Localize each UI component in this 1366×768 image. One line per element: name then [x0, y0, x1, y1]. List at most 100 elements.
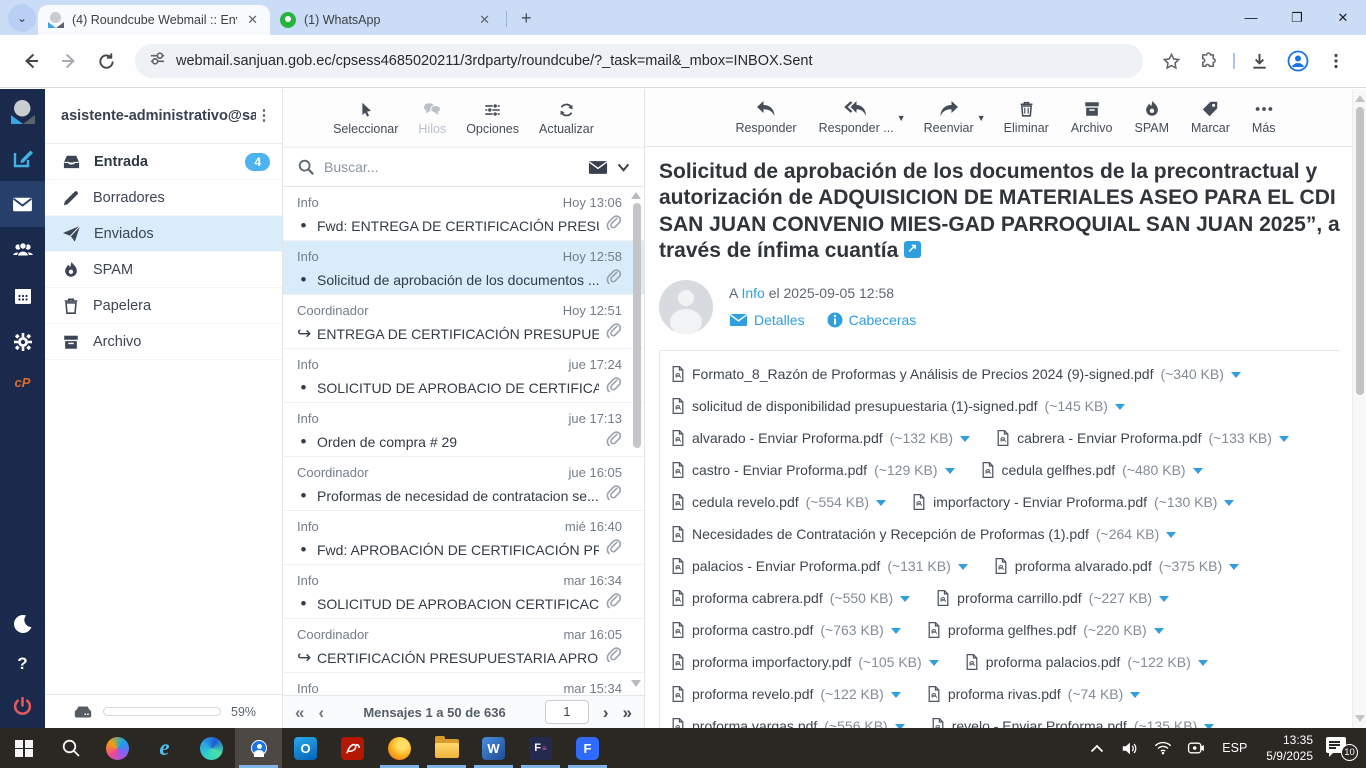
wifi-icon[interactable]: [1150, 741, 1176, 755]
attachment-dropdown-icon[interactable]: [1279, 436, 1289, 442]
attachment-dropdown-icon[interactable]: [958, 564, 968, 570]
attachment-dropdown-icon[interactable]: [1229, 564, 1239, 570]
logout-power-icon[interactable]: [0, 684, 45, 728]
attachment-item[interactable]: Necesidades de Contratación y Recepción …: [671, 524, 1176, 544]
account-menu-icon[interactable]: ⋮: [256, 114, 272, 118]
message-list-item[interactable]: Info jue 17:13 • Orden de compra # 29: [283, 403, 644, 457]
attachment-item[interactable]: proforma carrillo.pdf (~227 KB): [936, 588, 1169, 608]
more-button[interactable]: Más: [1252, 100, 1276, 135]
attachment-item[interactable]: proforma alvarado.pdf (~375 KB): [994, 556, 1239, 576]
sidebar-item-papelera[interactable]: Papelera: [45, 288, 282, 324]
taskbar-internet-explorer-button[interactable]: e: [141, 728, 188, 768]
message-list-item[interactable]: Info Hoy 12:58 • Solicitud de aprobación…: [283, 241, 644, 295]
page-number-input[interactable]: 1: [545, 700, 589, 724]
tab-roundcube[interactable]: (4) Roundcube Webmail :: Envia ✕: [38, 5, 270, 35]
attachment-item[interactable]: proforma cabrera.pdf (~550 KB): [671, 588, 910, 608]
dark-mode-moon-icon[interactable]: [0, 604, 45, 644]
attachment-item[interactable]: Formato_8_Razón de Proformas y Análisis …: [671, 364, 1241, 384]
mail-icon[interactable]: [0, 181, 45, 227]
attachment-item[interactable]: proforma palacios.pdf (~122 KB): [965, 652, 1208, 672]
clock[interactable]: 13:35 5/9/2025: [1260, 732, 1319, 764]
sidebar-item-spam[interactable]: SPAM: [45, 252, 282, 288]
attachment-dropdown-icon[interactable]: [891, 628, 901, 634]
window-close-button[interactable]: ✕: [1320, 10, 1366, 26]
attachment-dropdown-icon[interactable]: [1224, 500, 1234, 506]
message-list-item[interactable]: Info mar 16:34 • SOLICITUD DE APROBACION…: [283, 565, 644, 619]
taskbar-firefox-button[interactable]: [376, 728, 423, 768]
sidebar-item-borradores[interactable]: Borradores: [45, 180, 282, 216]
forward-dropdown-icon[interactable]: ▼: [977, 113, 986, 123]
taskbar-acrobat-button[interactable]: [329, 728, 376, 768]
calendar-icon[interactable]: [0, 273, 45, 319]
list-scroll-down-arrow[interactable]: [631, 680, 641, 687]
meet-now-icon[interactable]: [1183, 741, 1209, 755]
reply-all-dropdown-icon[interactable]: ▼: [897, 113, 906, 123]
details-toggle[interactable]: Detalles: [729, 312, 805, 328]
roundcube-logo[interactable]: [0, 89, 45, 135]
message-list-item[interactable]: Coordinador jue 16:05 • Proformas de nec…: [283, 457, 644, 511]
attachment-dropdown-icon[interactable]: [945, 468, 955, 474]
attachment-item[interactable]: proforma vargas.pdf (~556 KB): [671, 716, 905, 728]
attachment-dropdown-icon[interactable]: [960, 436, 970, 442]
taskbar-edge-button[interactable]: [188, 728, 235, 768]
message-scrollbar[interactable]: [1352, 89, 1366, 728]
settings-gear-icon[interactable]: [0, 319, 45, 365]
attachment-item[interactable]: palacios - Enviar Proforma.pdf (~131 KB): [671, 556, 968, 576]
taskbar-search-button[interactable]: [47, 728, 94, 768]
window-restore-button[interactable]: ❐: [1274, 10, 1320, 26]
search-scope-mail-icon[interactable]: [588, 160, 608, 175]
help-icon[interactable]: ?: [0, 644, 45, 684]
list-scroll-up-arrow[interactable]: [631, 192, 641, 199]
open-in-new-window-icon[interactable]: [904, 241, 921, 258]
last-page-button[interactable]: »: [623, 704, 632, 721]
prev-page-button[interactable]: ‹: [318, 704, 324, 721]
attachment-dropdown-icon[interactable]: [1154, 628, 1164, 634]
address-bar[interactable]: webmail.sanjuan.gob.ec/cpsess4685020211/…: [135, 44, 1143, 78]
attachment-item[interactable]: cedula gelfhes.pdf (~480 KB): [981, 460, 1203, 480]
attachment-item[interactable]: solicitud de disponibilidad presupuestar…: [671, 396, 1125, 416]
search-input[interactable]: [324, 159, 579, 175]
first-page-button[interactable]: «: [295, 704, 304, 721]
scroll-up-arrow[interactable]: [1355, 95, 1365, 102]
browser-menu-icon[interactable]: [1327, 52, 1345, 70]
start-button[interactable]: [0, 728, 47, 768]
attachment-item[interactable]: proforma revelo.pdf (~122 KB): [671, 684, 901, 704]
extensions-icon[interactable]: [1199, 52, 1218, 71]
tray-expand-chevron-icon[interactable]: [1084, 744, 1110, 753]
archive-button[interactable]: Archivo: [1071, 100, 1113, 135]
headers-toggle[interactable]: Cabeceras: [827, 312, 917, 328]
tab-close-icon[interactable]: ✕: [245, 12, 260, 28]
next-page-button[interactable]: ›: [603, 704, 609, 721]
message-list-item[interactable]: Info mar 15:34: [283, 673, 644, 695]
recipient-link[interactable]: Info: [741, 285, 764, 301]
forward-button[interactable]: Reenviar ▼: [924, 100, 974, 135]
forward-button[interactable]: [59, 51, 79, 71]
taskbar-chrome-button[interactable]: [235, 728, 282, 768]
tab-close-icon[interactable]: ✕: [477, 12, 492, 28]
spam-button[interactable]: SPAM: [1135, 100, 1170, 135]
sidebar-item-archivo[interactable]: Archivo: [45, 324, 282, 360]
attachment-item[interactable]: cedula revelo.pdf (~554 KB): [671, 492, 886, 512]
attachment-item[interactable]: imporfactory - Enviar Proforma.pdf (~130…: [912, 492, 1234, 512]
attachment-item[interactable]: proforma imporfactory.pdf (~105 KB): [671, 652, 939, 672]
attachment-dropdown-icon[interactable]: [1115, 404, 1125, 410]
scroll-down-arrow[interactable]: [1355, 715, 1365, 722]
back-button[interactable]: [21, 51, 41, 71]
attachment-item[interactable]: revelo - Enviar Proforma.pdf (~135 KB): [931, 716, 1215, 728]
taskbar-copilot-button[interactable]: [94, 728, 141, 768]
volume-icon[interactable]: [1117, 741, 1143, 756]
bookmark-star-icon[interactable]: [1162, 52, 1181, 71]
search-options-chevron-icon[interactable]: [617, 163, 630, 172]
attachment-dropdown-icon[interactable]: [876, 500, 886, 506]
taskbar-outlook-button[interactable]: O: [282, 728, 329, 768]
mark-button[interactable]: Marcar: [1191, 100, 1230, 135]
taskbar-word-button[interactable]: W: [470, 728, 517, 768]
message-list-item[interactable]: Info jue 17:24 • SOLICITUD DE APROBACIO …: [283, 349, 644, 403]
attachment-item[interactable]: proforma rivas.pdf (~74 KB): [927, 684, 1140, 704]
attachment-item[interactable]: proforma gelfhes.pdf (~220 KB): [927, 620, 1164, 640]
attachment-dropdown-icon[interactable]: [1198, 660, 1208, 666]
notification-center-icon[interactable]: 10: [1326, 735, 1356, 761]
taskbar-fs-app-button[interactable]: F≡: [517, 728, 564, 768]
attachment-dropdown-icon[interactable]: [1166, 532, 1176, 538]
attachment-dropdown-icon[interactable]: [1231, 372, 1241, 378]
